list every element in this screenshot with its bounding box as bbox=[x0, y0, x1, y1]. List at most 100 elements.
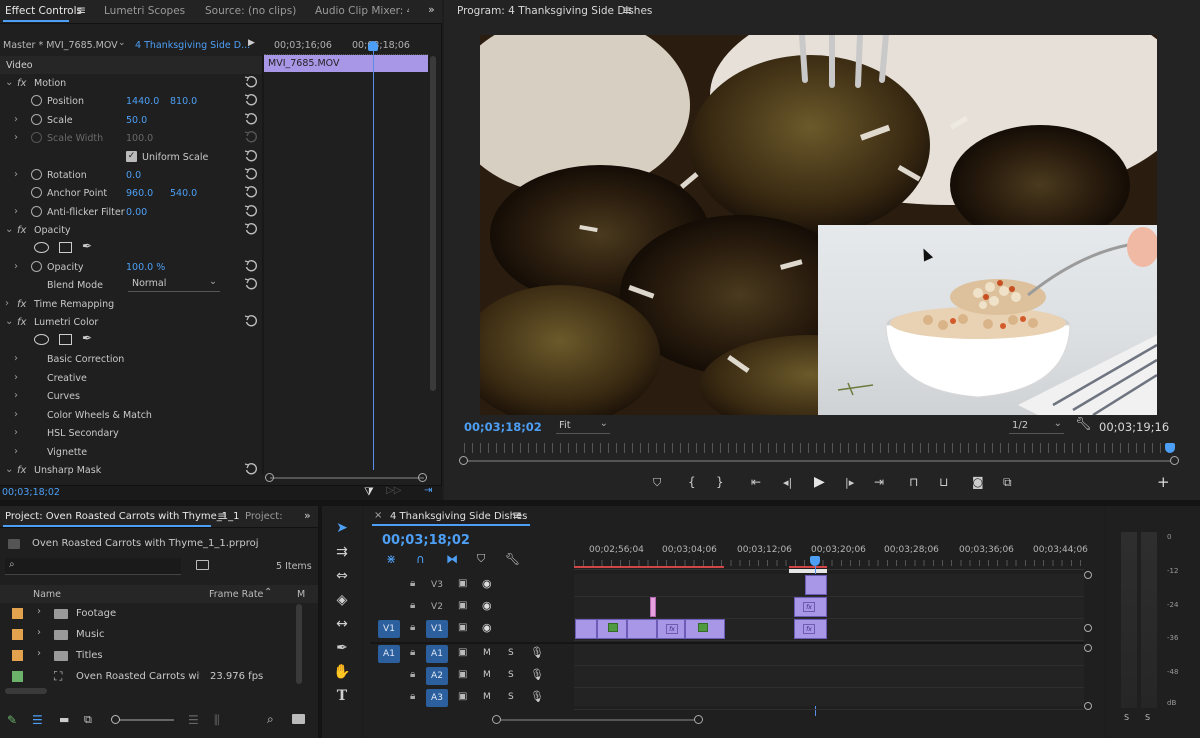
list-item[interactable]: ⛶ Oven Roasted Carrots with T 23.976 fps bbox=[0, 666, 318, 687]
reset-icon[interactable] bbox=[244, 167, 258, 181]
clip-v1-c[interactable] bbox=[627, 619, 657, 639]
add-marker-icon[interactable]: ⛉ bbox=[653, 476, 661, 490]
timeline-close-icon[interactable]: × bbox=[374, 510, 382, 521]
reset-icon[interactable] bbox=[244, 185, 258, 199]
track-target-v3[interactable]: V3 bbox=[426, 576, 448, 594]
track-target-v2[interactable]: V2 bbox=[426, 598, 448, 616]
reset-icon[interactable] bbox=[244, 93, 258, 107]
track-lock-icon[interactable]: 🔒︎ bbox=[410, 578, 415, 589]
expand-chevron-icon[interactable]: › bbox=[14, 261, 18, 272]
microphone-icon[interactable]: 🎙︎ bbox=[530, 690, 544, 703]
solo-button-right[interactable]: S bbox=[1145, 713, 1150, 722]
microphone-icon[interactable]: 🎙︎ bbox=[530, 646, 544, 659]
filter-icon[interactable]: ⧩ bbox=[364, 485, 374, 499]
opacity-value[interactable]: 100.0 % bbox=[126, 262, 165, 273]
find-icon[interactable]: ⌕ bbox=[267, 712, 274, 727]
lift-icon[interactable]: ⊓ bbox=[909, 475, 918, 489]
source-patch-a1[interactable]: A1 bbox=[378, 645, 400, 663]
timeline-menu-icon[interactable]: ≡ bbox=[512, 508, 522, 522]
work-area-bar-red-2[interactable] bbox=[789, 566, 827, 568]
clip-v3[interactable] bbox=[805, 575, 827, 595]
program-menu-icon[interactable]: ≡ bbox=[622, 3, 632, 17]
motion-row[interactable]: ⌄ fx Motion bbox=[0, 74, 262, 92]
rotation-value[interactable]: 0.0 bbox=[126, 170, 141, 181]
timeline-hscroll[interactable] bbox=[498, 719, 698, 721]
collapse-chevron-icon[interactable]: ⌄ bbox=[5, 464, 13, 475]
step-back-icon[interactable]: ◂| bbox=[783, 476, 792, 489]
tab-overflow-icon[interactable]: » bbox=[304, 509, 311, 522]
work-area-bar-red[interactable] bbox=[574, 566, 724, 568]
program-zoom-bar[interactable] bbox=[466, 460, 1172, 462]
sequence-clip-label[interactable]: 4 Thanksgiving Side D... bbox=[135, 40, 250, 51]
pencil-write-icon[interactable]: ✎ bbox=[7, 713, 17, 727]
tab-effect-controls[interactable]: Effect Controls bbox=[5, 5, 82, 17]
zoom-slider[interactable] bbox=[114, 719, 174, 721]
program-video-frame[interactable] bbox=[480, 35, 1157, 415]
ec-zoom-bar[interactable] bbox=[270, 477, 424, 479]
master-dropdown-chevron-icon[interactable]: ⌄ bbox=[118, 38, 126, 48]
anti-flicker-value[interactable]: 0.00 bbox=[126, 207, 147, 218]
ec-vertical-scrollbar[interactable] bbox=[430, 56, 436, 391]
lumetri-item-vignette[interactable]: › Vignette bbox=[0, 443, 262, 461]
list-item[interactable]: › Music bbox=[0, 624, 318, 645]
ellipse-mask-icon[interactable] bbox=[34, 334, 49, 345]
work-area-bar-white[interactable] bbox=[789, 569, 827, 573]
col-header-name[interactable]: Name bbox=[33, 589, 61, 600]
project-search-field[interactable]: ⌕ bbox=[5, 558, 181, 575]
unsharp-mask-row[interactable]: ⌄ fx Unsharp Mask bbox=[0, 461, 262, 479]
film-sync-icon[interactable]: ▣ bbox=[458, 622, 467, 633]
fx-icon[interactable]: fx bbox=[17, 317, 26, 328]
ripple-edit-tool-icon[interactable]: ⇔ bbox=[331, 568, 353, 588]
expand-chevron-icon[interactable]: › bbox=[14, 372, 18, 383]
stopwatch-icon[interactable] bbox=[31, 95, 42, 106]
list-view-icon[interactable]: ☰ bbox=[32, 713, 43, 727]
clip-v2[interactable]: fx bbox=[794, 597, 827, 617]
track-lock-icon[interactable]: 🔒︎ bbox=[410, 600, 415, 611]
pen-tool-icon[interactable]: ✒ bbox=[331, 640, 353, 660]
timeline-hscroll-handle-left[interactable] bbox=[492, 715, 501, 724]
track-target-v1[interactable]: V1 bbox=[426, 620, 448, 638]
eye-visibility-icon[interactable]: ◉ bbox=[482, 621, 492, 634]
comparison-view-icon[interactable]: ⧉ bbox=[1003, 475, 1012, 490]
stopwatch-icon[interactable] bbox=[31, 169, 42, 180]
ripple-icon[interactable]: ▷▷ bbox=[386, 485, 401, 496]
add-marker-icon[interactable]: ⛉ bbox=[477, 552, 485, 566]
extract-icon[interactable]: ⊔ bbox=[939, 475, 948, 489]
play-icon[interactable]: ▶ bbox=[814, 474, 825, 490]
solo-button[interactable]: S bbox=[508, 692, 514, 702]
collapse-chevron-icon[interactable]: ⌄ bbox=[5, 224, 13, 235]
expand-chevron-icon[interactable]: › bbox=[37, 627, 41, 638]
uniform-scale-checkbox[interactable]: ✓ bbox=[126, 151, 137, 162]
reset-icon[interactable] bbox=[244, 314, 258, 328]
go-to-out-icon[interactable]: ⇥ bbox=[874, 475, 884, 489]
timeline-vscroll-video-handle-bottom[interactable] bbox=[1084, 624, 1092, 632]
clip-v1-f[interactable]: fx bbox=[794, 619, 827, 639]
project-menu-icon[interactable]: ≡ bbox=[217, 509, 227, 523]
play-triangle-icon[interactable]: ▶ bbox=[248, 38, 255, 48]
eye-visibility-icon[interactable]: ◉ bbox=[482, 599, 492, 612]
expand-chevron-icon[interactable]: › bbox=[14, 427, 18, 438]
track-target-a3[interactable]: A3 bbox=[426, 689, 448, 707]
automate-to-sequence-icon[interactable]: ⫼ bbox=[214, 713, 220, 728]
col-header-frame-rate[interactable]: Frame Rate bbox=[209, 589, 263, 600]
track-lock-icon[interactable]: 🔒︎ bbox=[410, 647, 415, 658]
program-zoom-handle-left[interactable] bbox=[459, 456, 468, 465]
lumetri-item-basic-correction[interactable]: › Basic Correction bbox=[0, 350, 262, 368]
solo-button-left[interactable]: S bbox=[1124, 713, 1129, 722]
ellipse-mask-icon[interactable] bbox=[34, 242, 49, 253]
timeline-timecode[interactable]: 00;03;18;02 bbox=[382, 533, 470, 548]
clip-v2-small[interactable] bbox=[650, 597, 656, 617]
label-color-swatch[interactable] bbox=[12, 650, 23, 661]
slip-tool-icon[interactable]: ↔ bbox=[331, 616, 353, 636]
position-x-value[interactable]: 1440.0 bbox=[126, 96, 159, 107]
label-color-swatch[interactable] bbox=[12, 629, 23, 640]
label-color-swatch[interactable] bbox=[12, 671, 23, 682]
clip-v1-d[interactable]: fx bbox=[657, 619, 685, 639]
zoom-slider-handle[interactable] bbox=[111, 715, 120, 724]
mute-button[interactable]: M bbox=[483, 670, 491, 680]
search-input[interactable] bbox=[23, 560, 173, 572]
source-patch-v1[interactable]: V1 bbox=[378, 620, 400, 638]
export-icon[interactable]: ⇥ bbox=[424, 485, 432, 496]
lumetri-color-row[interactable]: ⌄ fx Lumetri Color bbox=[0, 313, 262, 331]
icon-view-icon[interactable]: ▬ bbox=[59, 713, 69, 726]
